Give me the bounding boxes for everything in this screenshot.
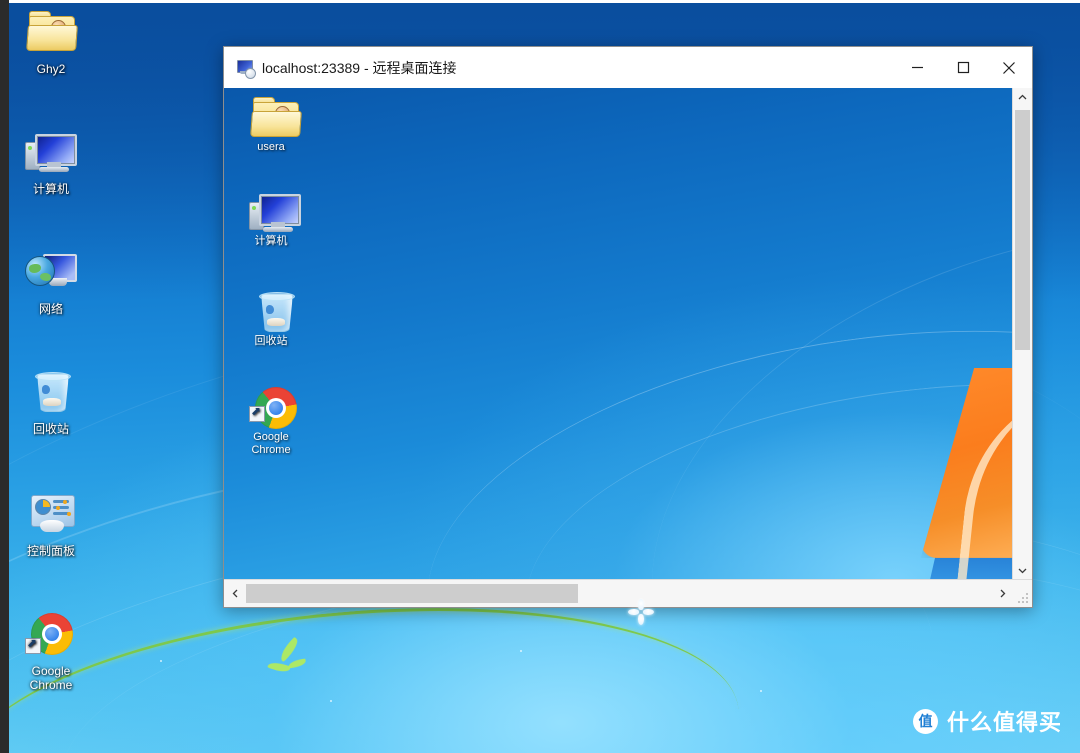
user-folder-icon <box>23 8 79 58</box>
maximize-icon <box>957 61 969 74</box>
chevron-left-icon <box>232 589 237 597</box>
computer-icon <box>23 128 79 178</box>
host-desktop-icon[interactable]: 网络 <box>6 248 96 316</box>
wallpaper-sparkle <box>520 650 522 652</box>
chevron-right-icon <box>1000 589 1005 597</box>
vertical-scroll-thumb[interactable] <box>1015 110 1030 350</box>
chevron-up-icon <box>1018 94 1027 100</box>
chrome-icon <box>247 384 297 429</box>
close-icon <box>1003 61 1015 74</box>
wallpaper-sparkle <box>330 700 332 702</box>
remote-icon-label: 计算机 <box>254 235 288 247</box>
recycle-bin-icon <box>23 368 79 418</box>
shortcut-overlay-icon <box>25 636 41 654</box>
window-titlebar[interactable]: localhost:23389 - 远程桌面连接 <box>224 47 1032 89</box>
shortcut-overlay-icon <box>249 404 265 422</box>
remote-icon-label: Google Chrome <box>251 431 291 456</box>
minimize-icon <box>911 66 923 69</box>
scroll-left-button[interactable] <box>224 580 246 606</box>
remote-desktop-window[interactable]: localhost:23389 - 远程桌面连接 usera 计算机 回收站 ⬈… <box>223 46 1033 608</box>
scroll-down-button[interactable] <box>1013 561 1032 580</box>
user-folder-icon <box>247 94 302 138</box>
horizontal-scrollbar[interactable] <box>224 579 1032 607</box>
scroll-up-button[interactable] <box>1013 88 1032 107</box>
chrome-icon <box>23 610 79 660</box>
host-desktop-icon[interactable]: 控制面板 <box>6 490 96 558</box>
remote-desktop-icon[interactable]: 回收站 <box>234 288 308 348</box>
host-icon-label: 网络 <box>38 302 63 316</box>
host-icon-label: 计算机 <box>32 182 69 196</box>
scroll-right-button[interactable] <box>991 580 1013 606</box>
close-button[interactable] <box>986 47 1032 88</box>
watermark-logo: 值 <box>912 708 938 734</box>
host-icon-label: 回收站 <box>32 422 69 436</box>
computer-icon <box>247 188 301 232</box>
network-icon <box>23 248 79 298</box>
host-desktop-icon[interactable]: GoogleChrome <box>6 610 96 692</box>
remote-icon-label: 回收站 <box>254 335 288 347</box>
chevron-down-icon <box>1018 568 1027 574</box>
window-title: localhost:23389 - 远程桌面连接 <box>262 59 457 76</box>
watermark-text: 什么值得买 <box>946 711 1062 736</box>
host-desktop-icon[interactable]: 计算机 <box>6 128 96 196</box>
remote-desktop-icon <box>236 59 256 79</box>
watermark: 值 什么值得买 <box>912 705 1062 737</box>
resize-grip[interactable] <box>1018 593 1030 605</box>
remote-desktop-icon[interactable]: GoogleChrome <box>234 384 308 457</box>
screen-top-strip <box>0 0 1080 3</box>
recycle-bin-icon <box>247 288 295 332</box>
minimize-button[interactable] <box>894 47 940 88</box>
remote-wallpaper: usera 计算机回收站 GoogleChrome <box>224 88 1013 580</box>
remote-session-area[interactable]: usera 计算机回收站 GoogleChrome <box>224 88 1032 607</box>
host-desktop-icon[interactable]: 回收站 <box>6 368 96 436</box>
host-desktop-icon[interactable]: Ghy2 <box>6 8 96 76</box>
wallpaper-sparkle <box>760 690 762 692</box>
screen-left-bezel <box>0 0 9 753</box>
remote-icon-label: usera <box>257 141 285 153</box>
horizontal-scroll-thumb[interactable] <box>246 584 578 603</box>
wallpaper-sparkle <box>160 660 162 662</box>
vertical-scrollbar[interactable] <box>1012 88 1032 580</box>
screen: Ghy2 计算机网络回收站控制面板 GoogleChrome localhost:2… <box>0 0 1080 753</box>
maximize-button[interactable] <box>940 47 986 88</box>
host-icon-label: Ghy2 <box>36 62 66 76</box>
remote-desktop-icon[interactable]: 计算机 <box>234 188 308 248</box>
host-icon-label: Google Chrome <box>29 664 73 692</box>
host-icon-label: 控制面板 <box>26 544 75 558</box>
remote-desktop-icon[interactable]: usera <box>234 94 308 154</box>
control-panel-icon <box>23 490 79 540</box>
